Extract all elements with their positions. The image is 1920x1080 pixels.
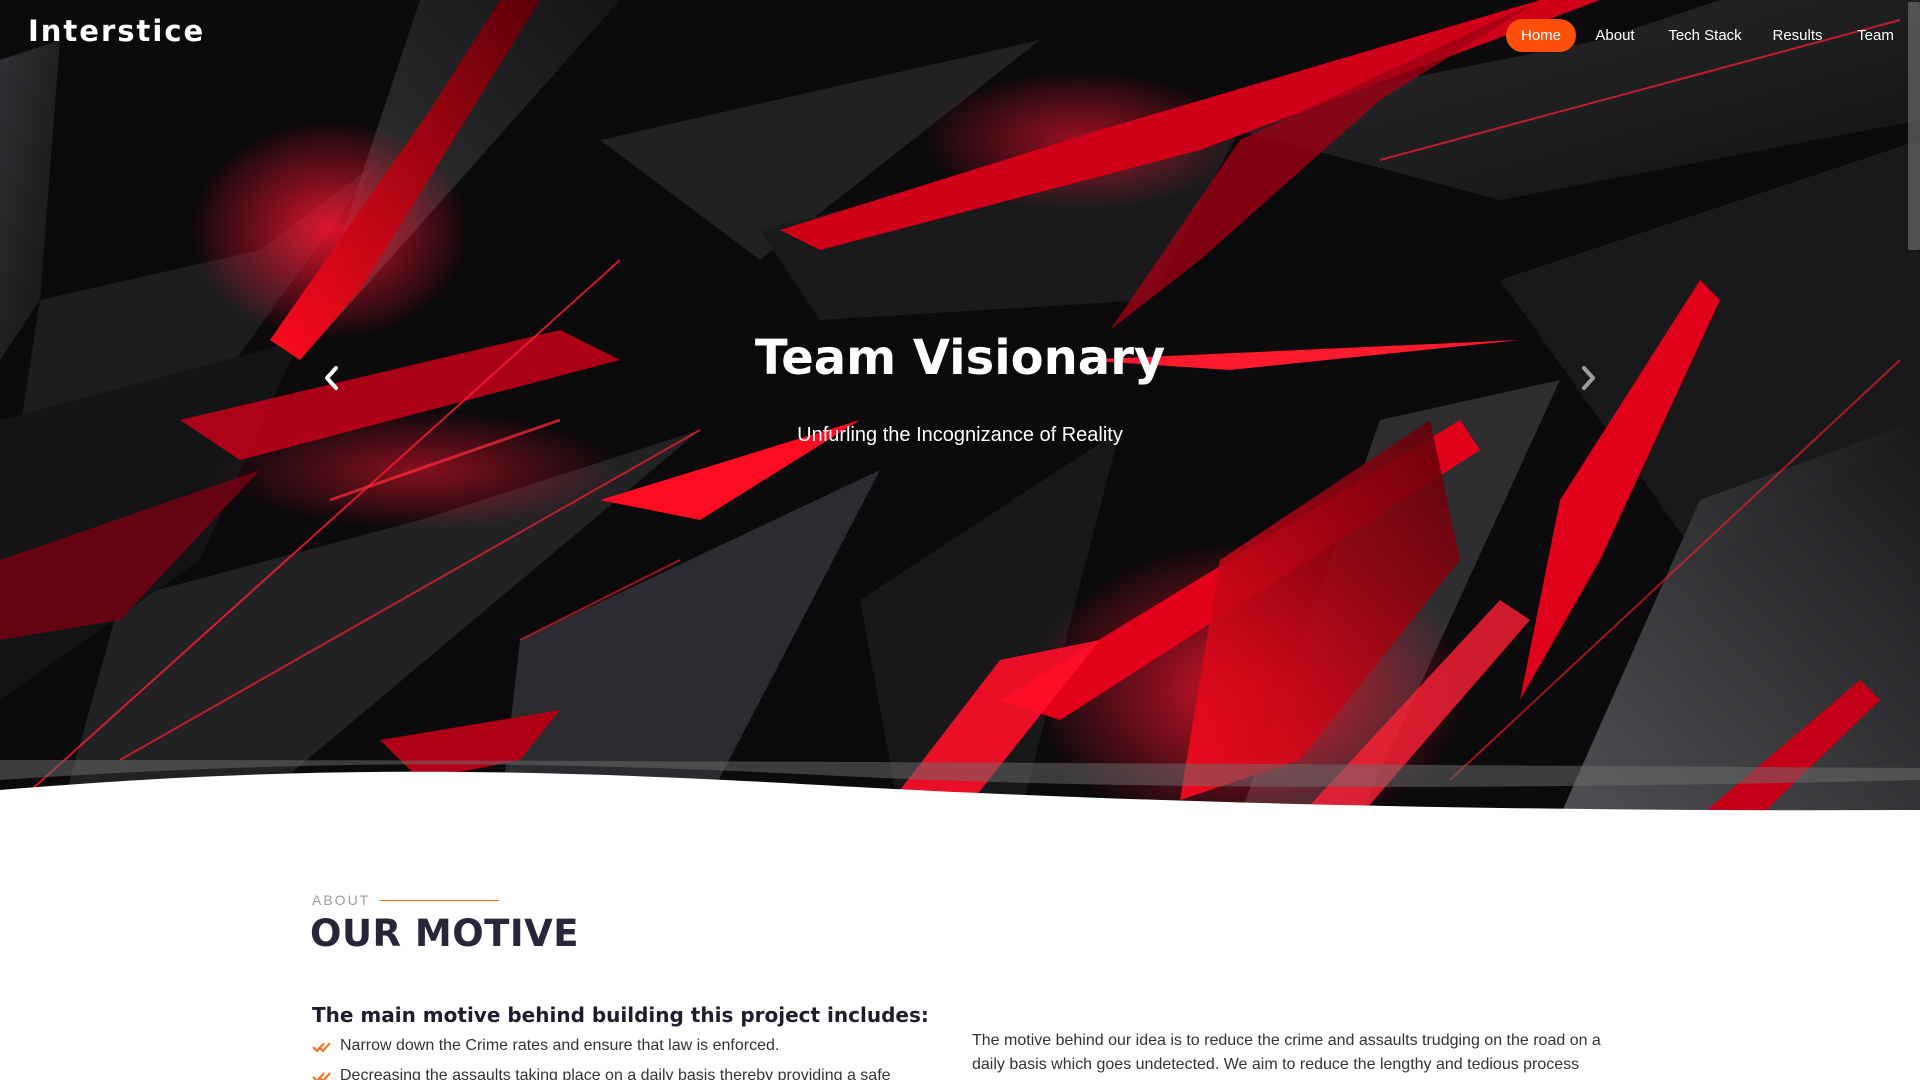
- section-divider: [379, 900, 499, 901]
- scrollbar[interactable]: [1908, 0, 1920, 1080]
- nav-tech-stack[interactable]: Tech Stack: [1665, 19, 1745, 52]
- section-title: OUR MOTIVE: [310, 912, 580, 955]
- hero-subtitle: Unfurling the Incognizance of Reality: [797, 424, 1123, 446]
- main-nav: Home About Tech Stack Results Team: [0, 19, 1920, 52]
- chevron-right-icon: [1582, 366, 1595, 390]
- section-label: ABOUT: [312, 892, 371, 908]
- list-item-text: Narrow down the Crime rates and ensure t…: [340, 1037, 780, 1054]
- hero-background: [0, 0, 1920, 816]
- motive-heading: The main motive behind building this pro…: [312, 1003, 929, 1027]
- carousel-next-button[interactable]: [1569, 358, 1609, 398]
- list-item: Decreasing the assaults taking place on …: [312, 1067, 912, 1080]
- double-check-icon: [312, 1070, 332, 1080]
- hero-title: Team Visionary: [754, 330, 1166, 386]
- motive-paragraph: The motive behind our idea is to reduce …: [972, 1032, 1601, 1073]
- list-item-text: Decreasing the assaults taking place on …: [340, 1067, 891, 1080]
- nav-about[interactable]: About: [1590, 19, 1640, 52]
- carousel-prev-button[interactable]: [311, 358, 351, 398]
- scrollbar-thumb[interactable]: [1908, 2, 1920, 250]
- motive-list: Narrow down the Crime rates and ensure t…: [312, 1037, 912, 1080]
- nav-home[interactable]: Home: [1506, 19, 1576, 52]
- nav-team[interactable]: Team: [1853, 19, 1898, 52]
- chevron-left-icon: [325, 366, 338, 390]
- hero-carousel: Team Visionary Unfurling the Incognizanc…: [0, 0, 1920, 816]
- page: Team Visionary Unfurling the Incognizanc…: [0, 0, 1920, 1080]
- nav-results[interactable]: Results: [1770, 19, 1825, 52]
- list-item: Narrow down the Crime rates and ensure t…: [312, 1037, 912, 1067]
- site-header: Interstice Home About Tech Stack Results…: [0, 0, 1920, 70]
- double-check-icon: [312, 1040, 332, 1059]
